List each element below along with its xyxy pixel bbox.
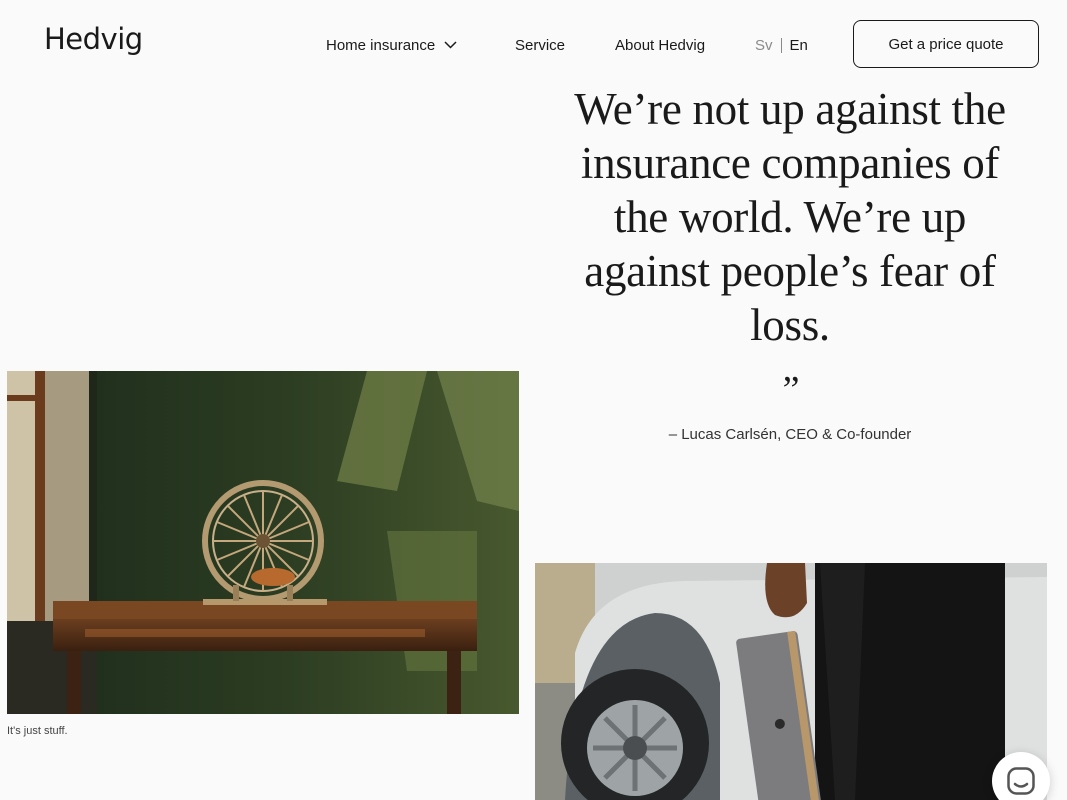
quote-attribution: – Lucas Carlsén, CEO & Co-founder	[668, 426, 912, 443]
lang-sv[interactable]: Sv	[755, 37, 773, 54]
quote-mark: ”	[782, 369, 800, 411]
nav-service[interactable]: Service	[515, 34, 565, 56]
language-switcher: Sv En	[755, 34, 808, 56]
chat-icon	[1007, 767, 1035, 795]
photo-caption: It's just stuff.	[7, 725, 68, 737]
hero-quote: We’re not up against the insurance compa…	[574, 84, 1006, 350]
car-laptop-photo	[535, 563, 1047, 800]
lang-divider	[780, 37, 782, 53]
nav-home-insurance[interactable]: Home insurance	[326, 34, 457, 56]
logo[interactable]: Hedvig	[44, 22, 143, 56]
hamster-wheel-photo	[7, 371, 519, 714]
lang-en[interactable]: En	[790, 37, 808, 54]
price-quote-button[interactable]: Get a price quote	[853, 20, 1039, 68]
chevron-down-icon	[444, 41, 457, 49]
nav-about[interactable]: About Hedvig	[615, 34, 705, 56]
nav-home-insurance-label: Home insurance	[326, 36, 436, 54]
